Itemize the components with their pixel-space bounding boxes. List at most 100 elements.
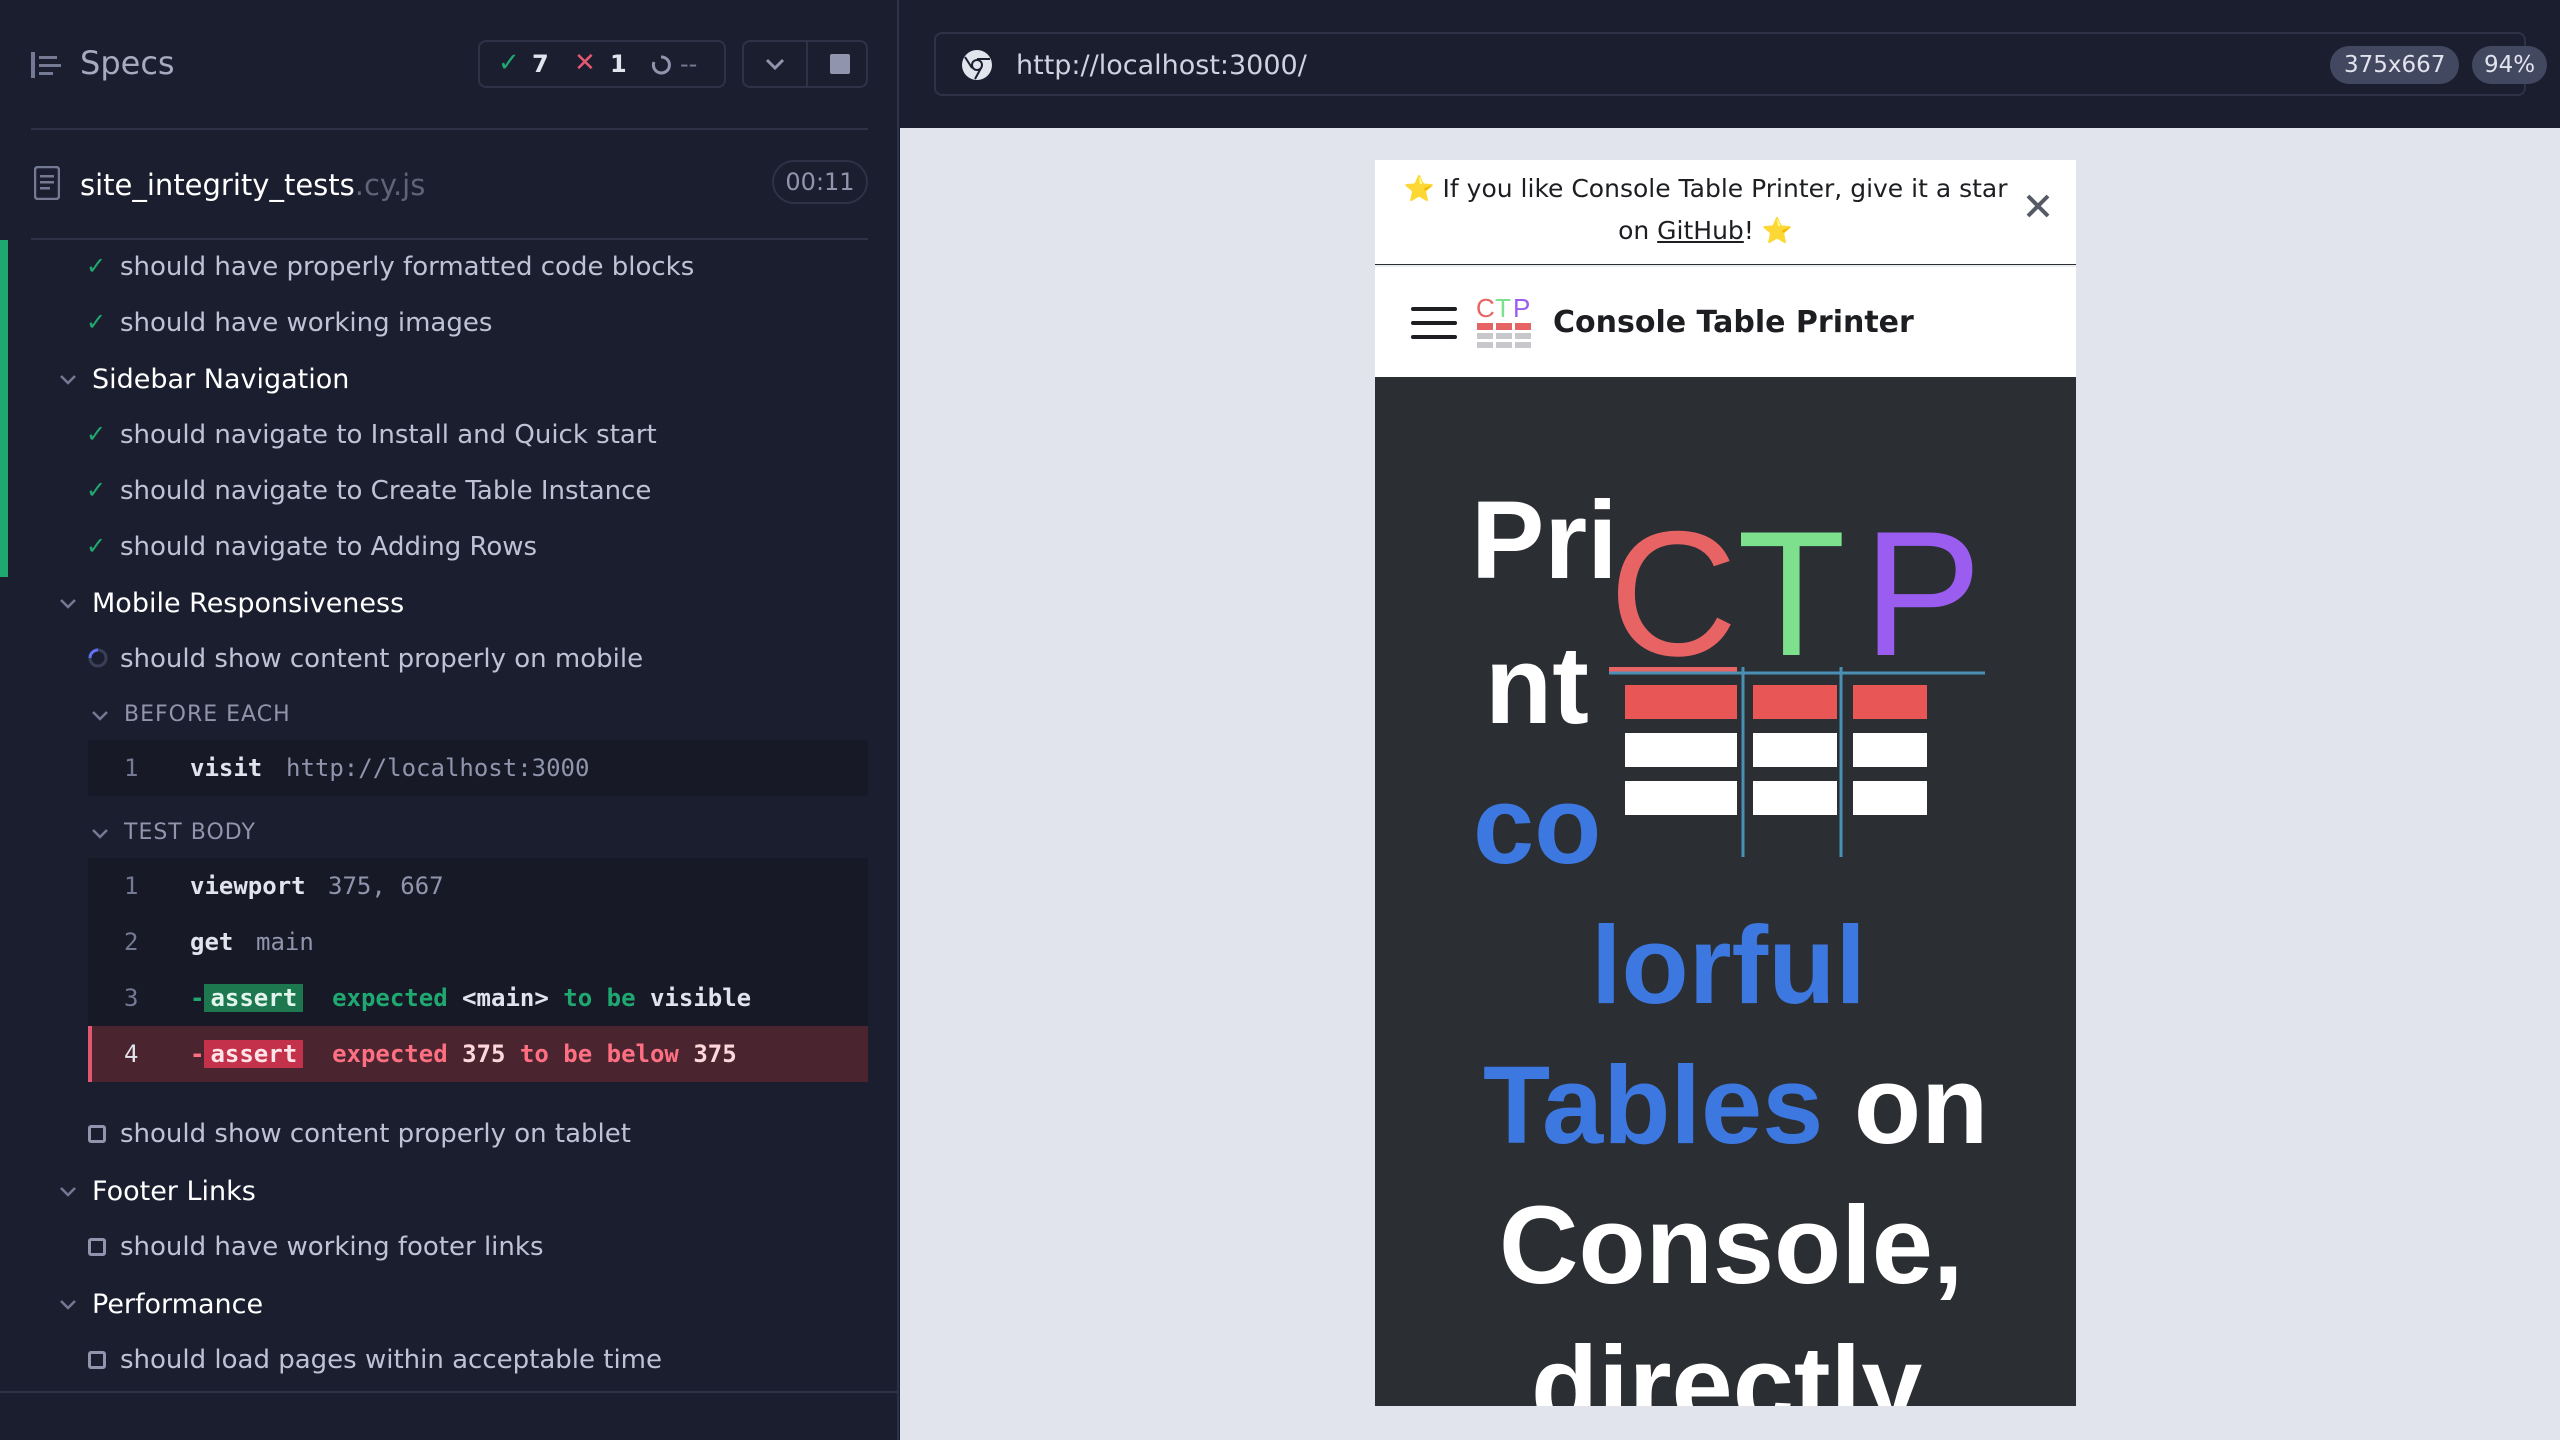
test-row[interactable]: should have working footer links — [0, 1224, 897, 1274]
suite-title: Mobile Responsiveness — [92, 588, 405, 619]
hook-header-before-each[interactable]: BEFORE EACH — [0, 696, 897, 736]
spec-file-name: site_integrity_tests.cy.js — [80, 168, 425, 202]
suite-title: Sidebar Navigation — [92, 364, 350, 395]
passed-check-icon: ✓ — [86, 476, 107, 504]
assert-text: to be below — [519, 1040, 679, 1068]
chevron-down-icon — [60, 599, 76, 609]
chevron-down-icon[interactable] — [764, 56, 786, 72]
command-number: 1 — [124, 754, 139, 782]
passed-check-icon: ✓ — [86, 308, 107, 336]
test-title: should navigate to Create Table Instance — [120, 476, 652, 506]
chrome-icon — [962, 50, 992, 80]
close-icon[interactable] — [2022, 190, 2054, 222]
hero-text: co — [1473, 764, 1602, 887]
ctp-hero-logo-icon: C T P — [1609, 507, 1985, 857]
test-title: should load pages within acceptable time — [120, 1345, 662, 1375]
logo-letter: T — [1737, 507, 1846, 693]
github-link[interactable]: GitHub — [1657, 216, 1744, 245]
test-title: should have working footer links — [120, 1232, 544, 1262]
url-bar[interactable]: http://localhost:3000/ 375x667 94% — [934, 32, 2548, 96]
test-title: should navigate to Adding Rows — [120, 532, 538, 562]
test-title: should show content properly on mobile — [120, 644, 644, 674]
divider — [806, 42, 808, 86]
test-row[interactable]: ✓ should navigate to Install and Quick s… — [0, 412, 897, 462]
hook-title: TEST BODY — [124, 820, 256, 845]
site-title[interactable]: Console Table Printer — [1553, 305, 1914, 340]
hero-text: on — [1853, 1044, 1989, 1167]
pending-spinner-icon — [651, 55, 671, 75]
passed-check-icon: ✓ — [498, 48, 520, 78]
suite-row[interactable]: Footer Links — [0, 1168, 897, 1218]
hero-text-line: Tables on — [1483, 1042, 1988, 1169]
assert-message: - assert expected 375 to be below 375 — [190, 1040, 737, 1068]
test-row[interactable]: ✓ should navigate to Create Table Instan… — [0, 468, 897, 518]
command-row[interactable]: 1 viewport 375, 667 — [88, 858, 868, 914]
assert-message: - assert expected <main> to be visible — [190, 984, 751, 1012]
failed-count: 1 — [610, 50, 627, 78]
suite-title: Performance — [92, 1289, 264, 1320]
passed-check-icon: ✓ — [86, 532, 107, 560]
assert-subject: 375 — [462, 1040, 506, 1068]
command-name: visit — [190, 754, 263, 782]
navbar: C T P Console Table Printer — [1375, 265, 2076, 377]
test-row-running[interactable]: should show content properly on mobile — [0, 636, 897, 686]
command-row-assert-pass[interactable]: 3 - assert expected <main> to be visible — [88, 970, 868, 1026]
spec-duration: 00:11 — [772, 160, 868, 204]
command-message: http://localhost:3000 — [286, 754, 590, 782]
command-number: 3 — [124, 984, 139, 1012]
run-controls — [742, 40, 868, 88]
specs-title[interactable]: Specs — [80, 44, 175, 82]
hero-text: nt — [1485, 624, 1589, 747]
logo-letter: T — [1495, 295, 1511, 323]
pending-square-icon — [88, 1351, 106, 1369]
chevron-down-icon — [60, 1187, 76, 1197]
suite-title: Footer Links — [92, 1176, 256, 1207]
test-row[interactable]: should load pages within acceptable time — [0, 1337, 897, 1387]
before-each-commands: 1 visit http://localhost:3000 — [88, 740, 868, 796]
test-row[interactable]: ✓ should navigate to Adding Rows — [0, 524, 897, 574]
command-message: 375, 667 — [328, 872, 444, 900]
command-number: 2 — [124, 928, 139, 956]
running-spinner-icon — [88, 648, 108, 668]
assert-text: expected — [332, 984, 448, 1012]
assert-dash: - — [190, 1040, 205, 1068]
test-row[interactable]: ✓ should have working images — [0, 300, 897, 350]
ctp-logo-icon[interactable]: C T P — [1475, 295, 1533, 351]
command-row-assert-fail[interactable]: 4 - assert expected 375 to be below 375 — [88, 1026, 868, 1082]
command-name: get — [190, 928, 234, 956]
reporter-header: Specs ✓ 7 ✕ 1 -- — [0, 0, 897, 130]
command-row[interactable]: 2 get main — [88, 914, 868, 970]
command-message: main — [256, 928, 314, 956]
pending-square-icon — [88, 1125, 106, 1143]
spec-file-ext: .cy.js — [354, 168, 426, 202]
hook-title: BEFORE EACH — [124, 702, 291, 727]
logo-letter: P — [1513, 295, 1530, 323]
test-row[interactable]: should show content properly on tablet — [0, 1111, 897, 1161]
url-text: http://localhost:3000/ — [1016, 50, 1307, 81]
stop-icon[interactable] — [830, 54, 850, 74]
passed-check-icon: ✓ — [86, 252, 107, 280]
aut-header: http://localhost:3000/ 375x667 94% — [900, 0, 2560, 128]
pending-square-icon — [88, 1238, 106, 1256]
chevron-down-icon — [92, 829, 108, 839]
test-title: should show content properly on tablet — [120, 1119, 631, 1149]
test-row[interactable]: ✓ should have properly formatted code bl… — [0, 244, 897, 294]
announcement-banner: ⭐️ If you like Console Table Printer, gi… — [1375, 160, 2076, 264]
chevron-down-icon — [60, 1300, 76, 1310]
divider — [31, 238, 868, 240]
suite-row[interactable]: Mobile Responsiveness — [0, 580, 897, 630]
suite-row[interactable]: Performance — [0, 1281, 897, 1331]
suite-row[interactable]: Sidebar Navigation — [0, 356, 897, 406]
logo-letter: C — [1609, 507, 1738, 693]
passed-check-icon: ✓ — [86, 420, 107, 448]
assert-badge: assert — [204, 984, 304, 1012]
spec-file-row[interactable]: site_integrity_tests.cy.js 00:11 — [0, 130, 897, 240]
hero-text: Tables — [1483, 1044, 1824, 1167]
test-title: should navigate to Install and Quick sta… — [120, 420, 657, 450]
command-row[interactable]: 1 visit http://localhost:3000 — [88, 740, 868, 796]
hamburger-menu-icon[interactable] — [1411, 305, 1457, 341]
specs-list-icon[interactable] — [31, 50, 63, 80]
logo-letter: P — [1863, 507, 1982, 693]
stats-box: ✓ 7 ✕ 1 -- — [478, 40, 726, 88]
hook-header-test-body[interactable]: TEST BODY — [0, 814, 897, 854]
